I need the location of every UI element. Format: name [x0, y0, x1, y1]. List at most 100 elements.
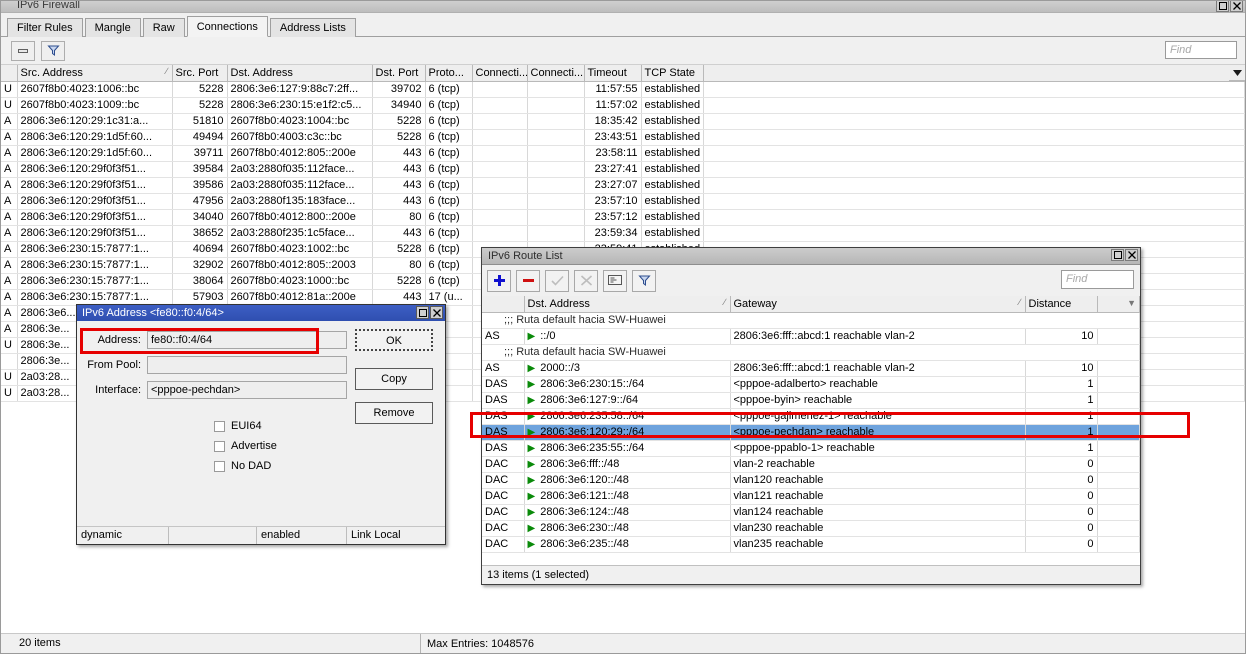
remove-icon[interactable]	[516, 270, 540, 292]
enable-icon[interactable]	[545, 270, 569, 292]
tab-mangle[interactable]: Mangle	[85, 18, 141, 37]
table-row[interactable]: A2806:3e6:120:29f0f3f51...395842a03:2880…	[1, 161, 1245, 177]
cell-connection-2	[527, 113, 584, 129]
col-connection-1[interactable]: Connecti...	[472, 65, 527, 81]
cell-dst-address: 2806:3e6:230:15:e1f2:c5...	[227, 97, 372, 113]
table-row[interactable]: DAS▶2806:3e6:230:15::/64<pppoe-adalberto…	[482, 376, 1140, 392]
cell-connection-1	[472, 161, 527, 177]
col-route-dst-address[interactable]: Dst. Address∕	[524, 296, 730, 312]
table-row[interactable]: AS▶2000::/32806:3e6:fff::abcd:1 reachabl…	[482, 360, 1140, 376]
from-pool-input[interactable]	[147, 356, 347, 374]
tab-filter-rules[interactable]: Filter Rules	[7, 18, 83, 37]
col-flag[interactable]	[1, 65, 17, 81]
eui64-label: EUI64	[231, 420, 262, 432]
cell-route-gateway: <pppoe-adalberto> reachable	[730, 376, 1025, 392]
col-connection-2[interactable]: Connecti...	[527, 65, 584, 81]
column-menu-icon[interactable]	[1229, 65, 1245, 81]
cell-dst-port: 5228	[372, 129, 425, 145]
cell-route-flags: DAC	[482, 488, 524, 504]
no-dad-checkbox-row[interactable]: No DAD	[77, 456, 445, 476]
table-row[interactable]: DAS▶2806:3e6:127:9::/64<pppoe-byin> reac…	[482, 392, 1140, 408]
cell-route-dst-address: ▶2806:3e6:230:15::/64	[524, 376, 730, 392]
firewall-find-input[interactable]: Find	[1165, 41, 1237, 59]
table-row[interactable]: DAC▶2806:3e6:120::/48vlan120 reachable0	[482, 472, 1140, 488]
cell-src-address: 2806:3e6:120:29f0f3f51...	[17, 161, 172, 177]
table-row[interactable]: A2806:3e6:120:29f0f3f51...395862a03:2880…	[1, 177, 1245, 193]
close-icon[interactable]	[1230, 1, 1243, 12]
col-route-distance[interactable]: Distance	[1025, 296, 1097, 312]
restore-icon[interactable]	[416, 306, 429, 319]
cell-flag: U	[1, 385, 17, 401]
copy-button[interactable]: Copy	[355, 368, 433, 390]
cell-route-distance: 1	[1025, 376, 1097, 392]
col-src-port[interactable]: Src. Port	[172, 65, 227, 81]
table-row[interactable]: DAS▶2806:3e6:235:58::/64<pppoe-gajimenez…	[482, 408, 1140, 424]
col-route-gateway-label: Gateway	[734, 298, 777, 310]
add-icon[interactable]	[487, 270, 511, 292]
col-tcp-state[interactable]: TCP State	[641, 65, 703, 81]
table-row[interactable]: A2806:3e6:120:29:1d5f:60...397112607f8b0…	[1, 145, 1245, 161]
route-comment-row[interactable]: ;;; Ruta default hacia SW-Huawei	[482, 344, 1140, 360]
col-timeout[interactable]: Timeout	[584, 65, 641, 81]
table-row[interactable]: AS▶::/02806:3e6:fff::abcd:1 reachable vl…	[482, 328, 1140, 344]
tab-address-lists[interactable]: Address Lists	[270, 18, 356, 37]
cell-route-dst-address: ▶2806:3e6:235:58::/64	[524, 408, 730, 424]
cell-flag: A	[1, 273, 17, 289]
route-active-arrow-icon: ▶	[528, 475, 536, 486]
no-dad-checkbox[interactable]	[214, 461, 225, 472]
table-row[interactable]: A2806:3e6:120:29f0f3f51...386522a03:2880…	[1, 225, 1245, 241]
tab-connections[interactable]: Connections	[187, 16, 268, 37]
table-row[interactable]: DAC▶2806:3e6:124::/48vlan124 reachable0	[482, 504, 1140, 520]
ok-button[interactable]: OK	[355, 329, 433, 351]
table-row[interactable]: A2806:3e6:120:29f0f3f51...479562a03:2880…	[1, 193, 1245, 209]
table-row[interactable]: DAS▶2806:3e6:120:29::/64<pppoe-pechdan> …	[482, 424, 1140, 440]
eui64-checkbox[interactable]	[214, 421, 225, 432]
col-src-address[interactable]: Src. Address∕	[17, 65, 172, 81]
table-row[interactable]: DAC▶2806:3e6:121::/48vlan121 reachable0	[482, 488, 1140, 504]
address-input[interactable]: fe80::f0:4/64	[147, 331, 347, 349]
table-row[interactable]: A2806:3e6:120:29f0f3f51...340402607f8b0:…	[1, 209, 1245, 225]
cell-src-port: 38064	[172, 273, 227, 289]
col-dst-address[interactable]: Dst. Address	[227, 65, 372, 81]
col-filler	[703, 65, 1245, 81]
cell-connection-2	[527, 209, 584, 225]
cell-route-dst-address: ▶2806:3e6:121::/48	[524, 488, 730, 504]
column-menu-icon[interactable]: ▼	[1127, 298, 1136, 308]
route-comment-row[interactable]: ;;; Ruta default hacia SW-Huawei	[482, 312, 1140, 328]
interface-input[interactable]: <pppoe-pechdan>	[147, 381, 347, 399]
tab-raw[interactable]: Raw	[143, 18, 185, 37]
filter-icon[interactable]	[632, 270, 656, 292]
restore-icon[interactable]	[1216, 1, 1229, 12]
restore-icon[interactable]	[1111, 249, 1124, 261]
table-row[interactable]: U2607f8b0:4023:1006::bc52282806:3e6:127:…	[1, 81, 1245, 97]
cell-flag: A	[1, 161, 17, 177]
table-row[interactable]: DAC▶2806:3e6:235::/48vlan235 reachable0	[482, 536, 1140, 552]
table-row[interactable]: A2806:3e6:120:29:1d5f:60...494942607f8b0…	[1, 129, 1245, 145]
col-protocol[interactable]: Proto...	[425, 65, 472, 81]
route-list-toolbar: Find	[482, 265, 1140, 296]
table-row[interactable]: DAC▶2806:3e6:230::/48vlan230 reachable0	[482, 520, 1140, 536]
col-route-gateway[interactable]: Gateway∕	[730, 296, 1025, 312]
filter-icon[interactable]	[41, 41, 65, 61]
advertise-checkbox-row[interactable]: Advertise	[77, 436, 445, 456]
minus-icon[interactable]	[11, 41, 35, 61]
col-route-flags[interactable]	[482, 296, 524, 312]
table-row[interactable]: DAS▶2806:3e6:235:55::/64<pppoe-ppablo-1>…	[482, 440, 1140, 456]
advertise-checkbox[interactable]	[214, 441, 225, 452]
cell-dst-address: 2607f8b0:4023:1002::bc	[227, 241, 372, 257]
table-row[interactable]: A2806:3e6:120:29:1c31:a...518102607f8b0:…	[1, 113, 1245, 129]
disable-icon[interactable]	[574, 270, 598, 292]
col-dst-port[interactable]: Dst. Port	[372, 65, 425, 81]
col-route-menu[interactable]: ▼	[1097, 296, 1140, 312]
remove-button[interactable]: Remove	[355, 402, 433, 424]
table-row[interactable]: U2607f8b0:4023:1009::bc52282806:3e6:230:…	[1, 97, 1245, 113]
comment-icon[interactable]	[603, 270, 627, 292]
cell-dst-address: 2607f8b0:4003:c3c::bc	[227, 129, 372, 145]
route-list-find-input[interactable]: Find	[1061, 270, 1134, 289]
cell-flag: A	[1, 321, 17, 337]
close-icon[interactable]	[430, 306, 443, 319]
cell-protocol: 6 (tcp)	[425, 177, 472, 193]
table-row[interactable]: DAC▶2806:3e6:fff::/48vlan-2 reachable0	[482, 456, 1140, 472]
cell-dst-address: 2a03:2880f235:1c5face...	[227, 225, 372, 241]
close-icon[interactable]	[1125, 249, 1138, 261]
